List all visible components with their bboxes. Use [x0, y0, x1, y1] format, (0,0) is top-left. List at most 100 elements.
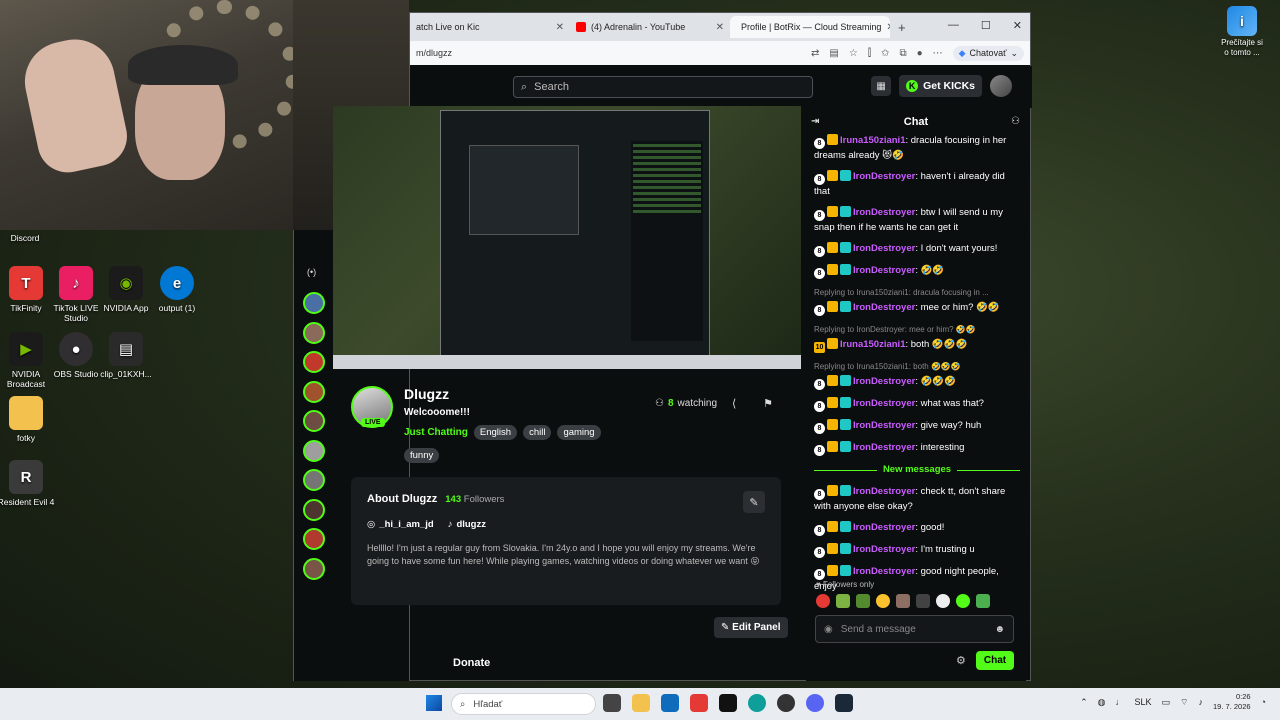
tag-gaming[interactable]: gaming	[557, 425, 601, 440]
gift-sub-icon[interactable]: ⚑	[763, 397, 773, 410]
channel-avatar[interactable]	[303, 557, 325, 580]
network-icon[interactable]: ◍	[1098, 697, 1106, 708]
desktop-icon-fotky[interactable]: fotky	[0, 396, 56, 443]
instagram-link[interactable]: ◎ _hi_i_am_jd	[367, 519, 434, 530]
tiktok-icon: ♪	[447, 519, 453, 530]
youtube-app-icon[interactable]	[690, 694, 708, 712]
channel-avatar[interactable]	[303, 410, 325, 432]
desktop-icon-resident-evil[interactable]: R Resident Evil 4	[0, 460, 56, 507]
edit-panel-button[interactable]: ✎ Edit Panel	[714, 617, 788, 638]
channel-avatar[interactable]	[303, 380, 325, 403]
obs-taskbar-icon[interactable]	[777, 694, 795, 712]
desktop-icon-clip[interactable]: ▤ clip_01KXH...	[96, 332, 156, 379]
notifications-icon[interactable]: ◔	[1261, 697, 1266, 707]
channel-avatar[interactable]	[303, 351, 325, 373]
copilot-button[interactable]: ◆ Chatovať ⌄	[952, 45, 1024, 61]
clock[interactable]: 0:26 19. 7. 2026	[1213, 692, 1251, 712]
emote[interactable]	[916, 594, 930, 608]
channel-avatar[interactable]	[303, 439, 325, 462]
reply-context[interactable]: Replying to Iruna150ziani1: dracula focu…	[814, 286, 1020, 300]
emote[interactable]	[936, 594, 950, 608]
emote[interactable]	[956, 594, 970, 608]
emoji-picker-icon[interactable]: ☻	[994, 624, 1005, 635]
close-tab-icon[interactable]: ✕	[886, 22, 890, 33]
get-kicks-button[interactable]: K Get KICKs	[899, 75, 982, 97]
file-explorer-icon[interactable]	[632, 694, 650, 712]
video-player[interactable]	[333, 106, 801, 369]
tab-kick[interactable]: atch Live on Kic ✕	[410, 16, 570, 38]
emote[interactable]	[856, 594, 870, 608]
share-icon[interactable]: ⟨	[732, 397, 736, 410]
address-bar[interactable]: m/dlugzz ⇄ ▤ ☆ ⫿ ✩ ⧉ ● ⋯ ◆ Chatovať ⌄	[410, 41, 1030, 65]
dashboard-button[interactable]: ▦	[871, 76, 892, 96]
close-tab-icon[interactable]: ✕	[716, 22, 724, 33]
chat-settings-icon[interactable]: ⚙	[956, 654, 966, 667]
badge-icon: 8	[814, 174, 825, 185]
channel-avatar[interactable]	[303, 292, 325, 314]
language-indicator[interactable]: SLK	[1135, 697, 1152, 707]
discord-taskbar-icon[interactable]	[806, 694, 824, 712]
chat-users-icon[interactable]: ⚇	[1011, 116, 1020, 127]
emote[interactable]	[876, 594, 890, 608]
close-window-icon[interactable]: ✕	[1013, 19, 1022, 32]
translate-icon[interactable]: ⇄	[811, 48, 819, 59]
chat-message-reply: Replying to Iruna150ziani1: dracula focu…	[814, 286, 1020, 316]
maximize-icon[interactable]: ☐	[981, 19, 991, 32]
badge-icon: 8	[814, 138, 825, 149]
collapse-chat-icon[interactable]: ⇥	[811, 116, 819, 127]
send-chat-button[interactable]: Chat	[975, 651, 1015, 670]
tab-botrix[interactable]: Profile | BotRix — Cloud Streaming ✕	[730, 16, 890, 38]
search-input[interactable]: ⌕ Search	[513, 76, 813, 98]
steam-icon[interactable]	[835, 694, 853, 712]
tag-funny[interactable]: funny	[404, 448, 440, 463]
desktop-icon-learn-more[interactable]: i Prečítajte si o tomto ...	[1218, 6, 1266, 58]
split-screen-icon[interactable]: ⫿	[868, 48, 871, 59]
category-link[interactable]: Just Chatting	[404, 427, 468, 438]
video-file-icon: ▤	[109, 332, 143, 366]
taskbar-search[interactable]: ⌕ Hľadať	[451, 693, 596, 715]
tab-youtube[interactable]: (4) Adrenalin - YouTube ✕	[570, 16, 730, 38]
chevron-up-icon[interactable]: ⌃	[1080, 697, 1088, 708]
reply-context[interactable]: Replying to IronDestroyer: mee or him? 🤣…	[814, 323, 1020, 337]
user-avatar[interactable]	[990, 75, 1012, 97]
channel-avatar[interactable]	[303, 498, 325, 521]
desktop-icon-discord[interactable]: Discord	[0, 233, 55, 243]
volume-icon[interactable]: ♪	[1199, 697, 1204, 707]
outlook-icon[interactable]	[661, 694, 679, 712]
favorite-star-icon[interactable]: ☆	[849, 48, 858, 59]
channel-avatar[interactable]	[303, 528, 325, 550]
desktop-icon-output[interactable]: e output (1)	[147, 266, 207, 313]
windows-start-icon[interactable]	[426, 695, 442, 711]
edge-taskbar-icon[interactable]	[748, 694, 766, 712]
emote[interactable]	[836, 594, 850, 608]
chat-message-input[interactable]: ◉ Send a message ☻	[815, 615, 1014, 643]
streamer-name[interactable]: Dlugzz	[404, 386, 449, 402]
channel-avatar[interactable]	[303, 469, 325, 491]
badge-icon: 8	[814, 423, 825, 434]
tag-chill[interactable]: chill	[523, 425, 552, 440]
display-icon[interactable]: ▭	[1162, 697, 1171, 708]
emote[interactable]	[976, 594, 990, 608]
collections-icon[interactable]: ⧉	[899, 48, 906, 59]
task-view-icon[interactable]	[603, 694, 621, 712]
netflix-icon[interactable]	[719, 694, 737, 712]
favorites-icon[interactable]: ✩	[881, 48, 889, 59]
minimize-icon[interactable]: —	[948, 19, 959, 32]
reader-icon[interactable]: ▤	[829, 48, 838, 59]
emote[interactable]	[896, 594, 910, 608]
close-tab-icon[interactable]: ✕	[556, 22, 564, 33]
tag-english[interactable]: English	[473, 425, 518, 440]
edit-about-button[interactable]: ✎	[743, 491, 765, 513]
new-tab-icon[interactable]: +	[898, 20, 906, 35]
sub-badge-icon	[840, 264, 851, 275]
channel-avatar[interactable]	[303, 321, 325, 344]
mic-icon[interactable]: ♩	[1116, 697, 1125, 707]
more-icon[interactable]: ⋯	[933, 48, 943, 59]
tiktok-link[interactable]: ♪ dlugzz	[448, 519, 486, 530]
sub-badge-icon	[840, 375, 851, 386]
emote[interactable]	[816, 594, 830, 608]
profile-icon[interactable]: ●	[917, 48, 923, 59]
reply-context[interactable]: Replying to Iruna150ziani1: both 🤣🤣🤣	[814, 360, 1020, 374]
chat-identity-icon[interactable]: ◉	[824, 624, 833, 635]
wifi-icon[interactable]: ⌔	[1180, 697, 1188, 708]
